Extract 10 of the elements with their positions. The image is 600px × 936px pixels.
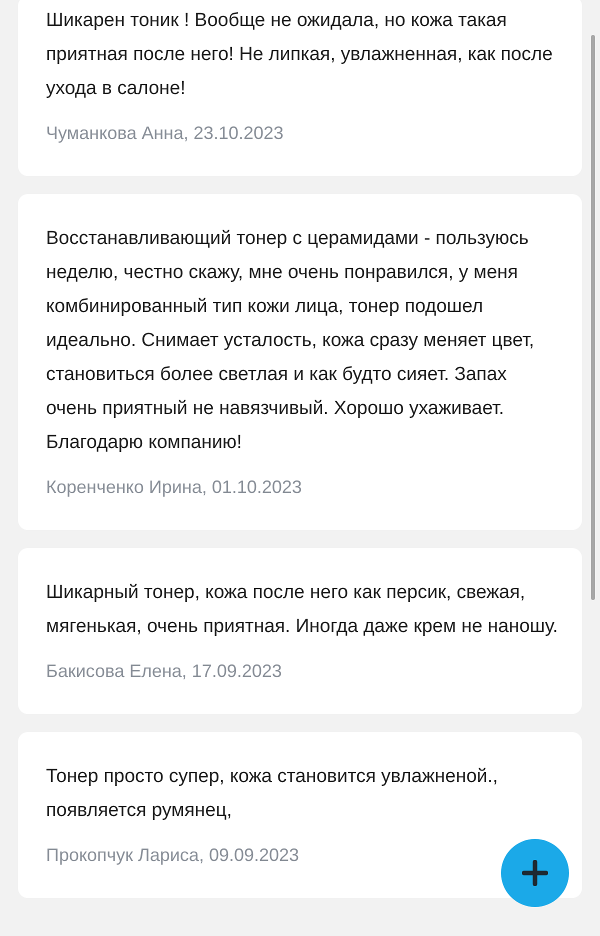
scrollbar[interactable] [591,35,595,600]
review-text: Шикарен тоник ! Вообще не ожидала, но кожа такая приятная после него! Не липкая, увлажненная, как после ухода в салоне! [46,9,554,101]
review-text: Шикарный тонер, кожа после него как персик, свежая, мягенькая, очень приятная. Иногда даже крем не наношу. [46,581,558,639]
review-text: Тонер просто супер, кожа становится увлажненой., появляется румянец, [46,765,499,823]
review-author: Коренченко Ирина, 01.10.2023 [46,476,303,499]
review-author: Прокопчук Лариса, 09.09.2023 [46,844,300,867]
plus-icon [522,860,548,886]
review-author: Бакисова Елена, 17.09.2023 [46,660,283,683]
review-text: Восстанавливающий тонер с церамидами - пользуюсь неделю, честно скажу, мне очень понравился, у меня комбинированный тип кожи лица, тонер подошел идеально. Снимает усталость, кожа сразу меняет цвет, становиться более светлая и как будто сияет. Запах очень приятный не навязчивый. Хорошо ухаживает. Благодарю компанию! [46,227,536,455]
review-author: Чуманкова Анна, 23.10.2023 [46,122,285,145]
